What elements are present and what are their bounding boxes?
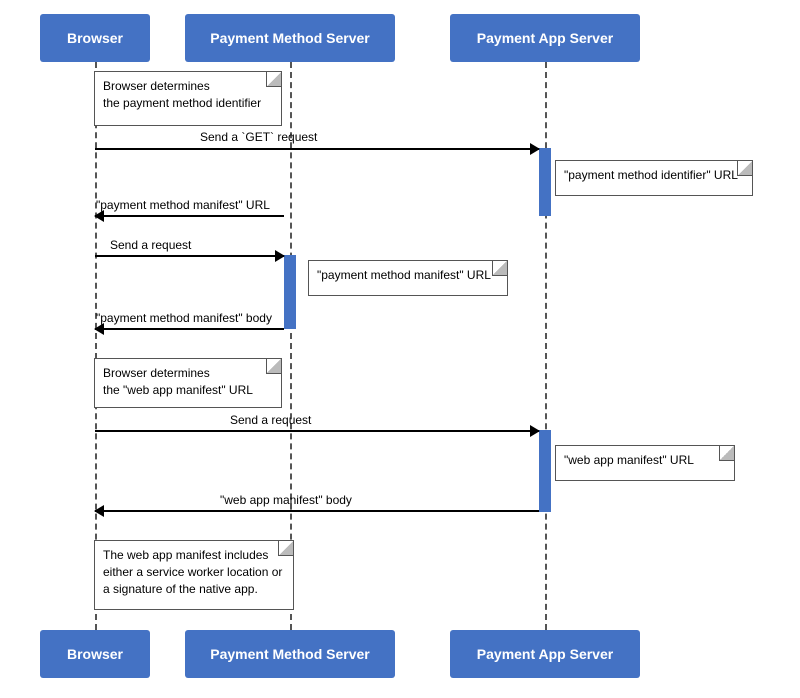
note-browser-determines-method: Browser determinesthe payment method ide… — [94, 71, 282, 126]
arrow-payment-method-manifest-url-label: "payment method manifest" URL — [96, 198, 270, 212]
arrow-webapp-manifest-body-label: "web app manifest" body — [220, 493, 352, 507]
arrow-send-request-2 — [95, 430, 539, 432]
actor-payment-app-server-top: Payment App Server — [450, 14, 640, 62]
note-payment-method-identifier-url: "payment method identifier" URL — [555, 160, 753, 196]
sequence-diagram: Browser Payment Method Server Payment Ap… — [0, 0, 800, 698]
activation-payment-app-2 — [539, 430, 551, 512]
note-browser-determines-webapp: Browser determinesthe "web app manifest"… — [94, 358, 282, 408]
actor-browser-top: Browser — [40, 14, 150, 62]
arrow-payment-method-manifest-url — [95, 215, 284, 217]
arrow-send-request-2-label: Send a request — [230, 413, 311, 427]
note-payment-method-manifest-url-box: "payment method manifest" URL — [308, 260, 508, 296]
arrow-send-request-1 — [95, 255, 284, 257]
arrow-get-request-label: Send a `GET` request — [200, 130, 317, 144]
arrow-payment-method-manifest-body-label: "payment method manifest" body — [96, 311, 272, 325]
arrow-send-request-1-label: Send a request — [110, 238, 191, 252]
actor-payment-app-server-bottom: Payment App Server — [450, 630, 640, 678]
activation-payment-app-1 — [539, 148, 551, 216]
arrow-webapp-manifest-body — [95, 510, 539, 512]
arrow-get-request — [95, 148, 539, 150]
actor-browser-bottom: Browser — [40, 630, 150, 678]
note-webapp-manifest-url: "web app manifest" URL — [555, 445, 735, 481]
actor-payment-method-server-bottom: Payment Method Server — [185, 630, 395, 678]
activation-payment-method-1 — [284, 255, 296, 329]
actor-payment-method-server-top: Payment Method Server — [185, 14, 395, 62]
arrow-payment-method-manifest-body — [95, 328, 284, 330]
note-webapp-manifest-includes: The web app manifest includeseither a se… — [94, 540, 294, 610]
